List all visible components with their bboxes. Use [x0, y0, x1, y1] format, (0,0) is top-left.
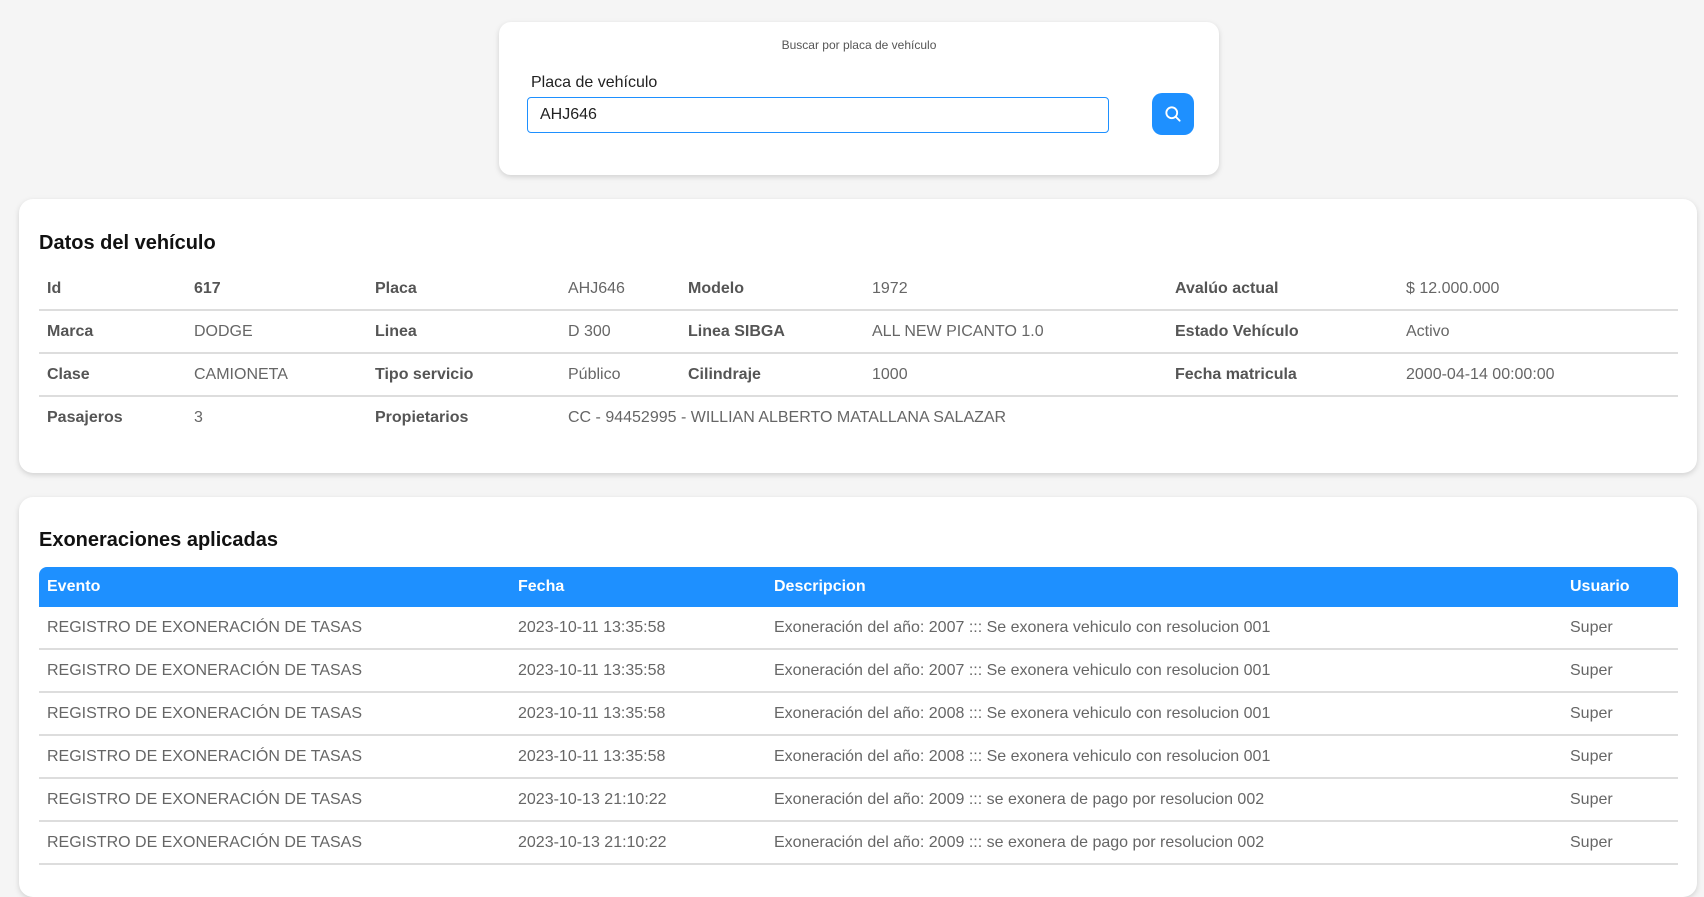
date-cell: 2023-10-13 21:10:22 [510, 821, 766, 865]
event-cell: REGISTRO DE EXONERACIÓN DE TASAS [39, 735, 510, 779]
column-header-description[interactable]: Descripcion [766, 567, 1562, 607]
model-label: Modelo [680, 268, 864, 311]
vehicle-data-card: Datos del vehículo Id 617 Placa AHJ646 M… [19, 199, 1697, 473]
vehicle-row: Id 617 Placa AHJ646 Modelo 1972 Avalúo a… [39, 268, 1678, 311]
vehicle-row: Clase CAMIONETA Tipo servicio Público Ci… [39, 353, 1678, 397]
event-cell: REGISTRO DE EXONERACIÓN DE TASAS [39, 821, 510, 865]
search-icon [1165, 106, 1181, 122]
sibga-line-value: ALL NEW PICANTO 1.0 [864, 310, 1167, 354]
vehicle-status-value: Activo [1398, 310, 1678, 354]
displacement-label: Cilindraje [680, 353, 864, 397]
description-cell: Exoneración del año: 2009 ::: se exonera… [766, 821, 1562, 865]
user-cell: Super [1562, 607, 1678, 650]
column-header-event[interactable]: Evento [39, 567, 510, 607]
registration-date-value: 2000-04-14 00:00:00 [1398, 353, 1678, 397]
search-card-title: Buscar por placa de vehículo [781, 38, 937, 52]
column-header-date[interactable]: Fecha [510, 567, 766, 607]
date-cell: 2023-10-11 13:35:58 [510, 692, 766, 736]
date-cell: 2023-10-11 13:35:58 [510, 735, 766, 779]
user-cell: Super [1562, 778, 1678, 822]
search-button[interactable] [1152, 93, 1194, 135]
vehicle-status-label: Estado Vehículo [1167, 310, 1398, 354]
event-cell: REGISTRO DE EXONERACIÓN DE TASAS [39, 649, 510, 693]
service-type-label: Tipo servicio [367, 353, 560, 397]
exonerations-table: Evento Fecha Descripcion Usuario REGISTR… [39, 567, 1678, 865]
vehicle-row: Pasajeros 3 Propietarios CC - 94452995 -… [39, 396, 1678, 438]
description-cell: Exoneración del año: 2008 ::: Se exonera… [766, 692, 1562, 736]
class-label: Clase [39, 353, 186, 397]
displacement-value: 1000 [864, 353, 1167, 397]
search-card: Buscar por placa de vehículo Placa de ve… [499, 22, 1219, 175]
appraisal-value: $ 12.000.000 [1398, 268, 1678, 311]
event-cell: REGISTRO DE EXONERACIÓN DE TASAS [39, 778, 510, 822]
plate-value: AHJ646 [560, 268, 680, 311]
model-value: 1972 [864, 268, 1167, 311]
brand-value: DODGE [186, 310, 367, 354]
table-row[interactable]: REGISTRO DE EXONERACIÓN DE TASAS 2023-10-… [39, 821, 1678, 865]
id-label: Id [39, 268, 186, 311]
exonerations-title: Exoneraciones aplicadas [39, 529, 279, 551]
sibga-line-label: Linea SIBGA [680, 310, 864, 354]
date-cell: 2023-10-13 21:10:22 [510, 778, 766, 822]
owners-label: Propietarios [375, 408, 469, 426]
user-cell: Super [1562, 692, 1678, 736]
line-value: D 300 [560, 310, 680, 354]
user-cell: Super [1562, 735, 1678, 779]
class-value: CAMIONETA [186, 353, 367, 397]
table-row[interactable]: REGISTRO DE EXONERACIÓN DE TASAS 2023-10-… [39, 735, 1678, 779]
user-cell: Super [1562, 821, 1678, 865]
appraisal-label: Avalúo actual [1167, 268, 1398, 311]
description-cell: Exoneración del año: 2007 ::: Se exonera… [766, 607, 1562, 650]
passengers-label: Pasajeros [47, 408, 123, 426]
plate-field-label: Placa de vehículo [531, 74, 658, 91]
vehicle-data-title: Datos del vehículo [39, 232, 216, 254]
date-cell: 2023-10-11 13:35:58 [510, 649, 766, 693]
line-label: Linea [367, 310, 560, 354]
table-row[interactable]: REGISTRO DE EXONERACIÓN DE TASAS 2023-10-… [39, 692, 1678, 736]
plate-input[interactable] [527, 97, 1109, 133]
passengers-value: 3 [194, 408, 203, 426]
event-cell: REGISTRO DE EXONERACIÓN DE TASAS [39, 607, 510, 650]
table-row[interactable]: REGISTRO DE EXONERACIÓN DE TASAS 2023-10-… [39, 649, 1678, 693]
vehicle-data-table: Id 617 Placa AHJ646 Modelo 1972 Avalúo a… [39, 268, 1678, 438]
column-header-user[interactable]: Usuario [1562, 567, 1678, 607]
vehicle-row: Marca DODGE Linea D 300 Linea SIBGA ALL … [39, 310, 1678, 354]
owners-value: CC - 94452995 - WILLIAN ALBERTO MATALLAN… [568, 408, 1007, 426]
table-header-row: Evento Fecha Descripcion Usuario [39, 567, 1678, 607]
description-cell: Exoneración del año: 2008 ::: Se exonera… [766, 735, 1562, 779]
date-cell: 2023-10-11 13:35:58 [510, 607, 766, 650]
description-cell: Exoneración del año: 2009 ::: se exonera… [766, 778, 1562, 822]
table-row[interactable]: REGISTRO DE EXONERACIÓN DE TASAS 2023-10-… [39, 778, 1678, 822]
plate-label: Placa [367, 268, 560, 311]
id-value: 617 [186, 268, 367, 311]
brand-label: Marca [39, 310, 186, 354]
description-cell: Exoneración del año: 2007 ::: Se exonera… [766, 649, 1562, 693]
exonerations-card: Exoneraciones aplicadas Evento Fecha Des… [19, 497, 1697, 897]
service-type-value: Público [560, 353, 680, 397]
registration-date-label: Fecha matricula [1167, 353, 1398, 397]
table-row[interactable]: REGISTRO DE EXONERACIÓN DE TASAS 2023-10-… [39, 607, 1678, 650]
event-cell: REGISTRO DE EXONERACIÓN DE TASAS [39, 692, 510, 736]
user-cell: Super [1562, 649, 1678, 693]
